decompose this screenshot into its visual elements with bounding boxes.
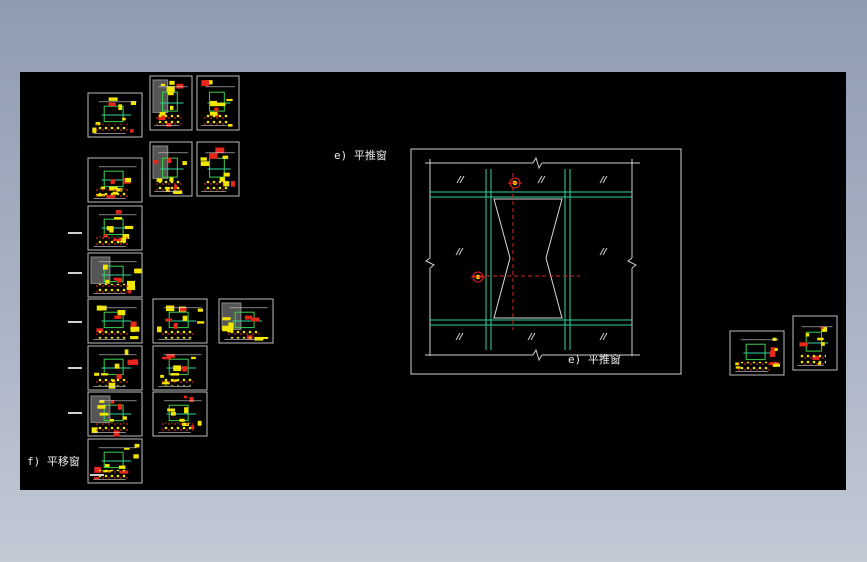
detail-thumbnail[interactable] — [152, 391, 208, 437]
mullion-grid — [430, 169, 632, 350]
detail-thumbnail[interactable] — [196, 75, 240, 131]
detail-thumbnail[interactable] — [218, 298, 274, 344]
detail-thumbnail[interactable] — [152, 298, 208, 344]
elevation-label-bottom: e) 平推窗 — [568, 352, 621, 366]
detail-thumbnail[interactable] — [87, 252, 143, 298]
detail-thumbnail[interactable] — [152, 345, 208, 391]
drawing-svg: e) 平推窗 e) 平推窗 f) 平移窗 — [27, 75, 838, 484]
detail-thumbnail[interactable] — [87, 92, 143, 138]
row-tag — [68, 412, 82, 414]
detail-thumbnail[interactable] — [196, 141, 240, 197]
detail-thumbnail[interactable] — [729, 330, 785, 376]
detail-thumbnail[interactable] — [87, 391, 143, 437]
target-icon[interactable] — [471, 271, 485, 283]
break-line-icon — [425, 156, 640, 362]
target-icon[interactable] — [508, 177, 522, 189]
detail-thumbnail[interactable] — [87, 298, 143, 344]
row-tag — [68, 321, 82, 323]
detail-thumbnail[interactable] — [149, 75, 193, 131]
detail-thumbnail[interactable] — [149, 141, 193, 197]
detail-thumbnails-right — [729, 315, 838, 376]
row-tag — [68, 232, 82, 234]
sheet-frame — [410, 148, 682, 375]
elevation-sheet: e) 平推窗 — [410, 148, 682, 375]
section-label-f: f) 平移窗 — [27, 454, 80, 468]
detail-thumbnail[interactable] — [87, 157, 143, 203]
row-tag — [68, 367, 82, 369]
detail-thumbnails-left — [68, 75, 274, 484]
row-tag — [90, 474, 104, 476]
row-tag — [68, 272, 82, 274]
detail-thumbnail[interactable] — [87, 438, 143, 484]
detail-thumbnail[interactable] — [87, 205, 143, 251]
detail-thumbnail[interactable] — [87, 345, 143, 391]
sash-outline — [493, 198, 563, 319]
elevation-label-top: e) 平推窗 — [334, 148, 387, 162]
detail-thumbnail[interactable] — [792, 315, 838, 371]
hatch-icon — [455, 175, 608, 341]
cad-drawing-canvas[interactable]: e) 平推窗 e) 平推窗 f) 平移窗 — [20, 72, 846, 490]
